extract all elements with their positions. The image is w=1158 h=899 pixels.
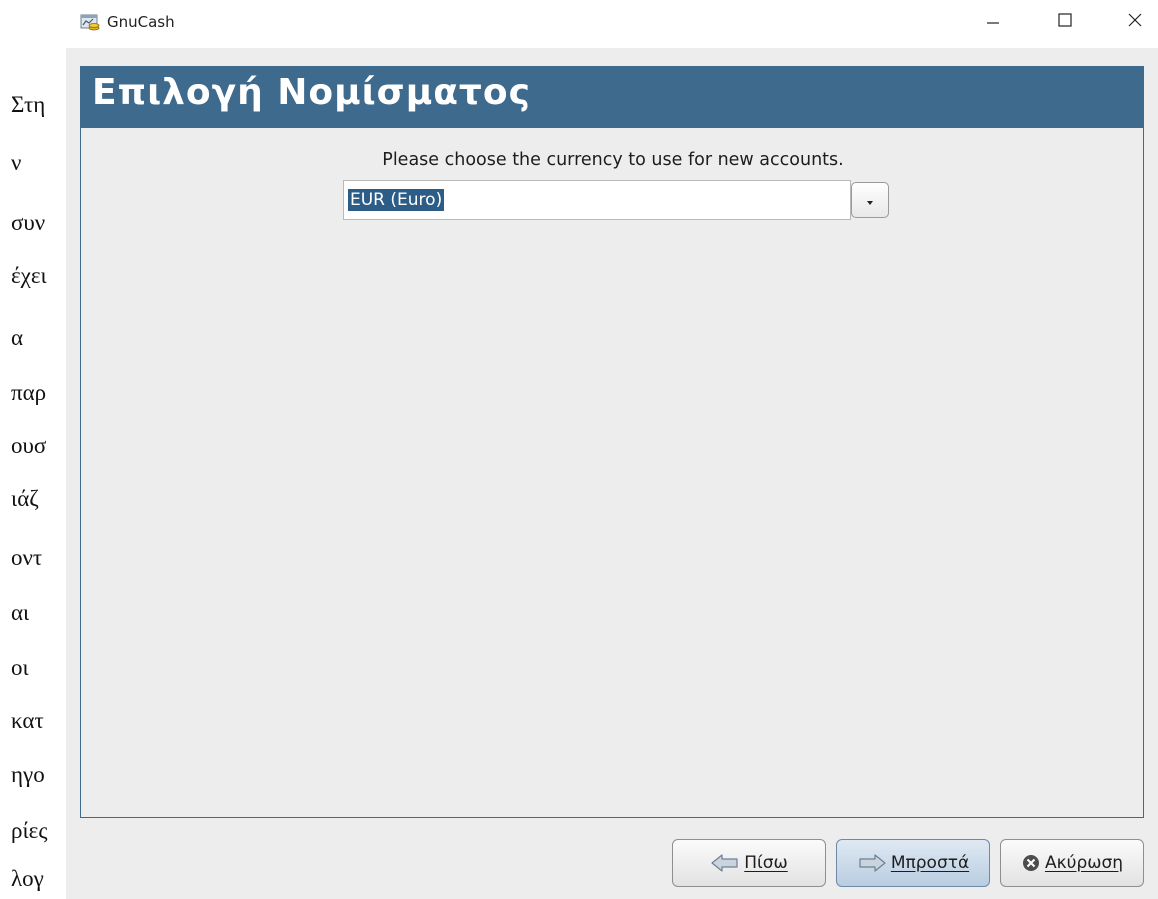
close-button[interactable]	[1106, 0, 1158, 44]
page-title: Επιλογή Νομίσματος	[92, 72, 531, 113]
document-word: ιάζ	[11, 486, 39, 511]
arrow-right-icon	[857, 853, 887, 873]
document-word: ν	[11, 150, 22, 175]
currency-selected-value[interactable]: EUR (Euro)	[348, 189, 445, 211]
document-word: αι	[11, 600, 30, 625]
back-button-label: Πίσω	[744, 853, 788, 873]
document-word: έχει	[11, 263, 47, 288]
back-button[interactable]: Πίσω	[672, 839, 826, 887]
document-word: συν	[11, 210, 46, 235]
window-title: GnuCash	[107, 13, 175, 31]
document-word: λογ	[11, 866, 44, 891]
currency-combo-entry[interactable]: EUR (Euro)	[343, 180, 851, 220]
document-word: οι	[11, 655, 29, 680]
document-word: παρ	[11, 380, 47, 405]
chevron-down-icon	[866, 191, 874, 210]
maximize-button[interactable]	[1036, 0, 1094, 44]
assistant-page-content: Please choose the currency to use for ne…	[80, 128, 1144, 818]
document-word: οντ	[11, 545, 43, 570]
gnucash-icon	[80, 12, 100, 32]
minimize-button[interactable]	[964, 0, 1022, 44]
arrow-left-icon	[710, 853, 740, 873]
document-word: κατ	[11, 708, 44, 733]
document-word: ρίες	[11, 818, 48, 843]
document-word: α	[11, 325, 24, 350]
title-bar[interactable]: GnuCash	[66, 0, 1158, 48]
document-side-text: Στη ν συν έχει α παρ ουσ ιάζ οντ αι οι κ…	[0, 0, 66, 899]
close-icon	[1127, 12, 1143, 32]
cancel-icon	[1021, 853, 1041, 873]
currency-prompt: Please choose the currency to use for ne…	[382, 150, 844, 170]
page-banner: Επιλογή Νομίσματος	[80, 66, 1144, 128]
gnucash-window: GnuCash Επιλογή Νομίσματος Please choose…	[66, 0, 1158, 899]
document-word: ουσ	[11, 433, 47, 458]
cancel-button[interactable]: Ακύρωση	[1000, 839, 1144, 887]
maximize-icon	[1057, 12, 1073, 32]
forward-button[interactable]: Μπροστά	[836, 839, 990, 887]
forward-button-label: Μπροστά	[890, 853, 970, 873]
document-word: ηγο	[11, 762, 45, 787]
minimize-icon	[985, 12, 1001, 32]
cancel-button-label: Ακύρωση	[1044, 853, 1124, 873]
currency-dropdown-button[interactable]	[851, 182, 889, 218]
document-word: Στη	[11, 92, 46, 117]
